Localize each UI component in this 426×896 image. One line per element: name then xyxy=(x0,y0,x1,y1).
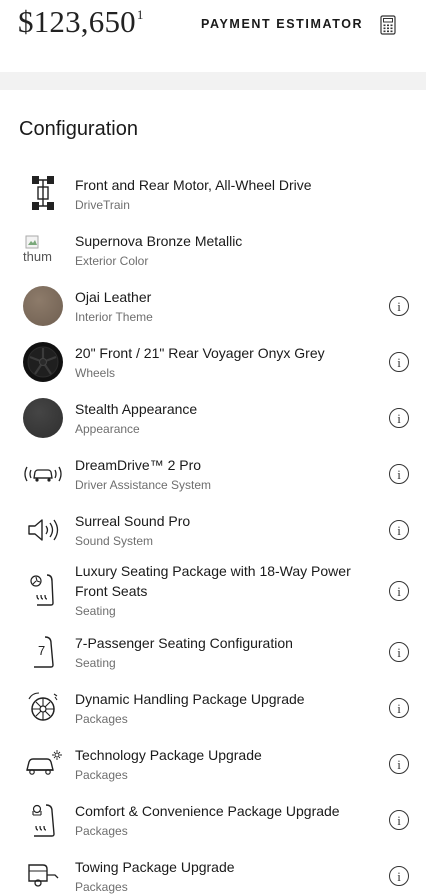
config-item-subtitle: Packages xyxy=(75,712,128,726)
config-item-subtitle: Exterior Color xyxy=(75,254,149,268)
config-item-subtitle: Wheels xyxy=(75,366,116,380)
config-item-title: Stealth Appearance xyxy=(75,401,198,417)
header: $123,6501 PAYMENT ESTIMATOR xyxy=(0,0,426,72)
payment-estimator-link[interactable]: PAYMENT ESTIMATOR xyxy=(201,17,363,31)
thumbnail-alt-text: thum xyxy=(23,248,52,264)
info-icon[interactable]: i xyxy=(389,520,409,540)
config-item-subtitle: Seating xyxy=(75,604,116,618)
config-item-subtitle: Interior Theme xyxy=(75,310,153,324)
price-total: $123,6501 xyxy=(18,4,144,39)
config-item-subtitle: DriveTrain xyxy=(75,198,130,212)
tech-car-icon xyxy=(23,744,63,784)
towing-icon xyxy=(23,856,63,896)
broken-image-icon xyxy=(25,235,39,248)
config-item-title: Front and Rear Motor, All-Wheel Drive xyxy=(75,177,312,193)
info-icon[interactable]: i xyxy=(389,581,409,601)
config-item-title: 7-Passenger Seating Configuration xyxy=(75,635,293,651)
config-item-subtitle: Seating xyxy=(75,656,116,670)
config-item-title: Ojai Leather xyxy=(75,289,152,305)
info-icon[interactable]: i xyxy=(389,408,409,428)
config-item-title: Technology Package Upgrade xyxy=(75,747,262,763)
handling-icon xyxy=(23,688,63,728)
section-divider-band xyxy=(0,72,426,90)
appearance-swatch xyxy=(23,398,63,438)
config-item-title: Dynamic Handling Package Upgrade xyxy=(75,691,305,707)
exterior-color-thumbnail: thum xyxy=(23,229,63,269)
info-icon[interactable]: i xyxy=(389,642,409,662)
seat-number: 7 xyxy=(38,643,45,658)
info-icon[interactable]: i xyxy=(389,296,409,316)
config-item-subtitle: Packages xyxy=(75,880,128,894)
wheel-icon xyxy=(23,342,63,382)
comfort-seat-icon xyxy=(23,800,63,840)
configuration-heading: Configuration xyxy=(19,118,138,140)
config-item-subtitle: Packages xyxy=(75,768,128,782)
config-item-subtitle: Packages xyxy=(75,824,128,838)
config-item-subtitle: Driver Assistance System xyxy=(75,478,212,492)
info-icon[interactable]: i xyxy=(389,698,409,718)
config-item-title: DreamDrive™ 2 Pro xyxy=(75,457,202,473)
info-icon[interactable]: i xyxy=(389,464,409,484)
interior-swatch xyxy=(23,286,63,326)
config-item-title: Luxury Seating Package with 18-Way Power… xyxy=(75,563,351,599)
config-item-title: Supernova Bronze Metallic xyxy=(75,233,243,249)
config-item-title: Towing Package Upgrade xyxy=(75,859,235,875)
seat-climate-icon xyxy=(23,570,63,610)
config-item-title: Surreal Sound Pro xyxy=(75,513,191,529)
info-icon[interactable]: i xyxy=(389,352,409,372)
price-footnote[interactable]: 1 xyxy=(137,7,144,22)
config-item-title: 20" Front / 21" Rear Voyager Onyx Grey xyxy=(75,345,325,361)
speaker-icon xyxy=(23,510,63,550)
info-icon[interactable]: i xyxy=(389,810,409,830)
config-item-subtitle: Sound System xyxy=(75,534,154,548)
config-item-subtitle: Appearance xyxy=(75,422,140,436)
drivetrain-icon xyxy=(23,173,63,213)
calculator-icon[interactable] xyxy=(380,15,396,35)
car-sensor-icon xyxy=(23,454,63,494)
info-icon[interactable]: i xyxy=(389,754,409,774)
seat-seven-icon: 7 xyxy=(23,632,63,672)
info-icon[interactable]: i xyxy=(389,866,409,886)
config-item-title: Comfort & Convenience Package Upgrade xyxy=(75,803,340,819)
